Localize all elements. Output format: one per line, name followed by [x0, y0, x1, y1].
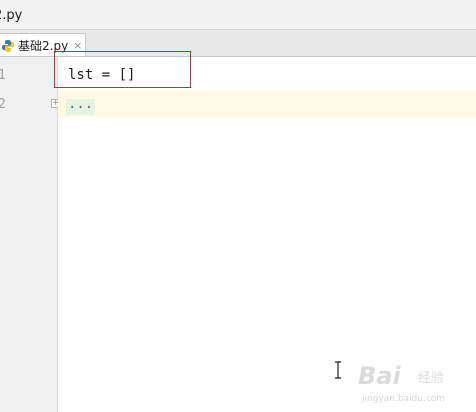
- highlight-annotation-box: [54, 51, 191, 88]
- watermark-brand: Bai: [358, 362, 401, 390]
- current-line-highlight: [58, 91, 476, 117]
- watermark-url: jingyan.baidu.com: [362, 394, 446, 404]
- line-number: 2: [0, 97, 6, 112]
- line-number-gutter: 1 2: [0, 57, 58, 412]
- python-file-icon: [1, 38, 15, 52]
- watermark-sub: 经验: [418, 371, 445, 386]
- ide-window: 2.py 基础2.py × 1 2 + lst = [] ...: [0, 0, 476, 412]
- title-bar: 2.py: [0, 0, 476, 30]
- close-icon[interactable]: ×: [73, 40, 82, 51]
- code-editor[interactable]: lst = [] ...: [58, 57, 476, 412]
- folded-code-placeholder[interactable]: ...: [66, 97, 96, 115]
- window-title: 2.py: [0, 8, 23, 23]
- watermark: Bai 经验 jingyan.baidu.com: [356, 362, 474, 410]
- line-number: 1: [0, 68, 6, 83]
- text-cursor-icon: [334, 361, 342, 379]
